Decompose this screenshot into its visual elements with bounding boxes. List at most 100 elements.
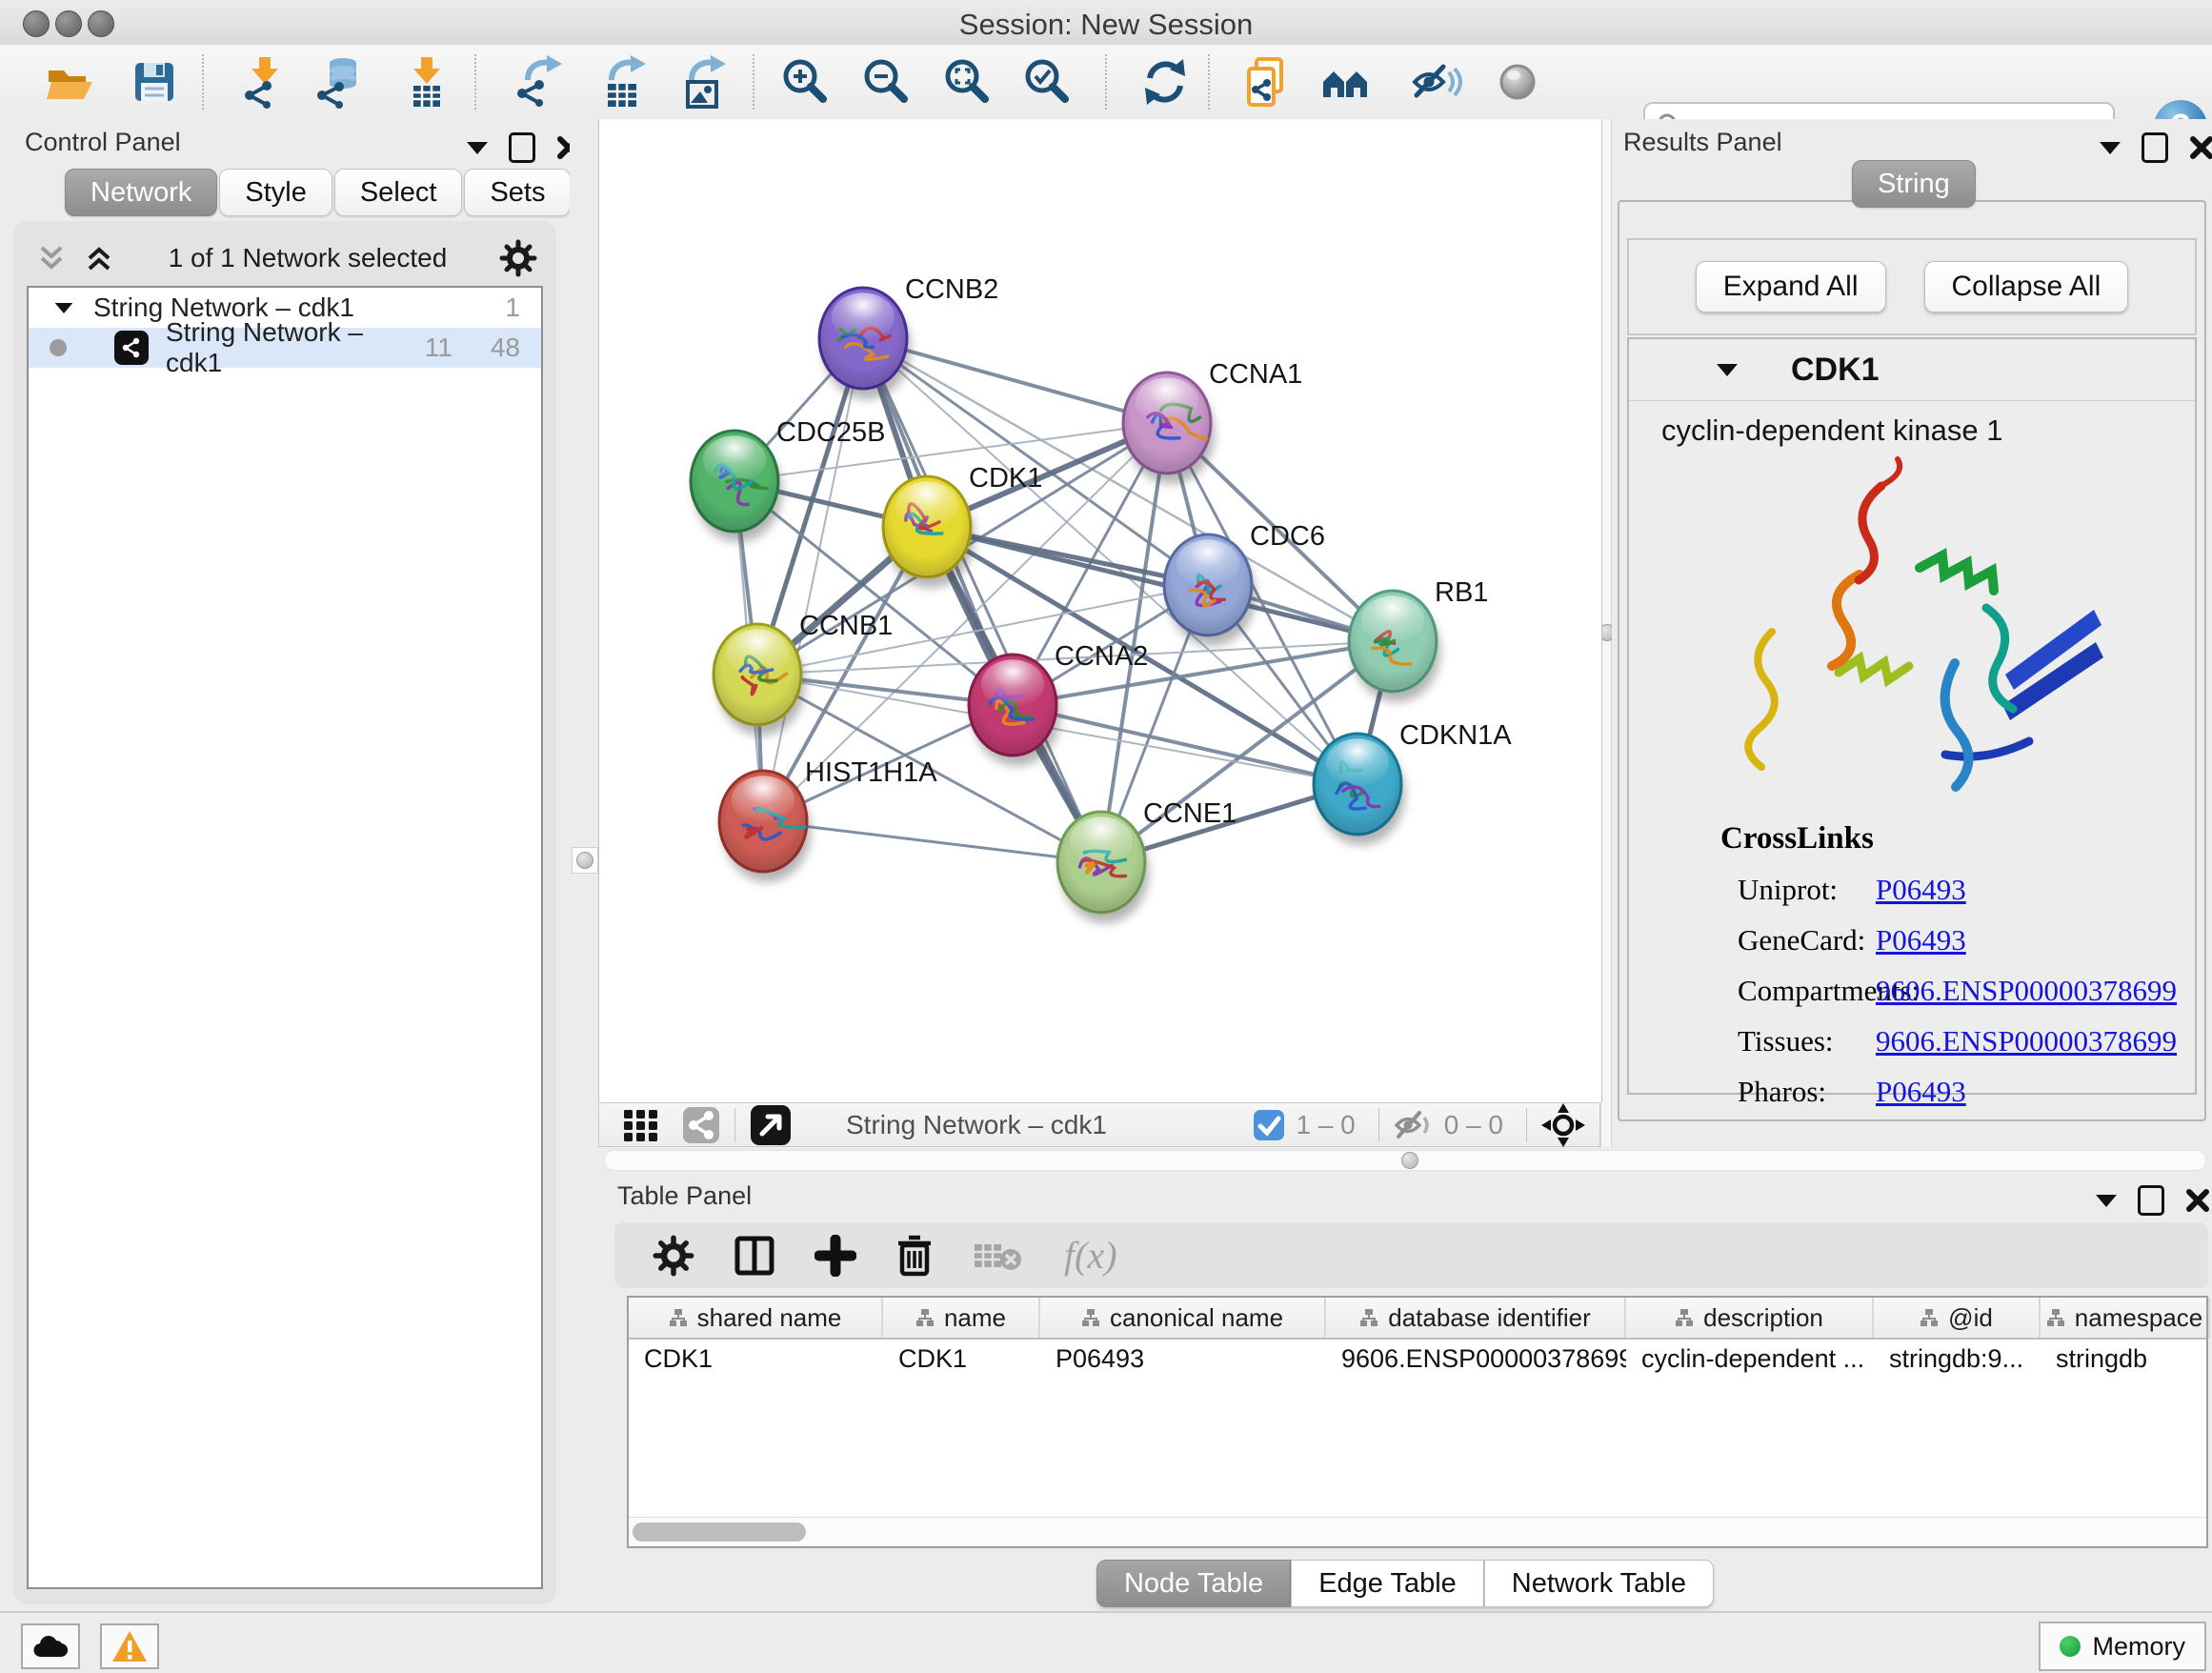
save-session-button[interactable] (128, 55, 181, 109)
table-type-tabs: Node TableEdge TableNetwork Table (598, 1560, 2212, 1607)
panel-menu-caret-icon[interactable] (467, 142, 488, 154)
tab-edge-table[interactable]: Edge Table (1291, 1560, 1484, 1607)
column-header-name[interactable]: name (883, 1298, 1040, 1338)
panel-menu-caret-icon[interactable] (2100, 142, 2121, 154)
tree-expand-caret-icon[interactable] (55, 302, 73, 312)
warnings-button[interactable] (100, 1623, 159, 1669)
table-settings-button[interactable] (653, 1235, 694, 1277)
cell-canonical-name[interactable]: P06493 (1040, 1340, 1326, 1378)
open-session-button[interactable] (43, 55, 96, 109)
network-row-selected[interactable]: String Network – cdk1 11 48 (29, 328, 541, 368)
cell-name[interactable]: CDK1 (883, 1340, 1040, 1378)
zoom-fit-button[interactable] (941, 55, 995, 109)
export-table-button[interactable] (596, 55, 650, 109)
left-splitter[interactable] (570, 119, 598, 1611)
grid-view-icon[interactable] (622, 1106, 660, 1144)
crosslink-value-link[interactable]: 9606.ENSP00000378699 (1876, 974, 2177, 1008)
create-column-button[interactable] (814, 1235, 856, 1277)
delete-column-button[interactable] (895, 1234, 935, 1278)
birds-eye-crosshair-icon[interactable] (1540, 1102, 1586, 1148)
node-cdkn1a[interactable]: CDKN1A (1314, 720, 1512, 845)
close-panel-icon[interactable] (2189, 135, 2212, 160)
collapse-all-button[interactable]: Collapse All (1924, 261, 2129, 312)
import-network-from-database-button[interactable] (312, 55, 366, 109)
close-panel-icon[interactable] (2185, 1188, 2210, 1213)
show-hidden-button[interactable] (1491, 55, 1544, 109)
scrollbar-thumb[interactable] (633, 1522, 806, 1542)
zoom-out-button[interactable] (860, 55, 914, 109)
splitter-handle-icon[interactable] (576, 852, 593, 869)
memory-button[interactable]: Memory (2039, 1622, 2206, 1671)
node-rb1[interactable]: RB1 (1349, 577, 1488, 702)
node-label-cdk1: CDK1 (969, 463, 1042, 494)
crosslink-value-link[interactable]: P06493 (1876, 873, 1966, 907)
gray-sphere-icon (1491, 55, 1544, 109)
gene-header-row[interactable]: CDK1 (1629, 339, 2195, 401)
results-panel: Results Panel String Expand All Collapse… (1612, 119, 2212, 1147)
crosslink-value-link[interactable]: 9606.ENSP00000378699 (1876, 1024, 2177, 1058)
horizontal-scrollbar[interactable] (629, 1517, 2206, 1546)
tab-network-table[interactable]: Network Table (1484, 1560, 1714, 1607)
results-tab-string[interactable]: String (1852, 160, 1976, 208)
column-header-database-identifier[interactable]: database identifier (1326, 1298, 1626, 1338)
network-overview-icon[interactable] (681, 1105, 721, 1145)
expand-collapse-bar: Expand All Collapse All (1627, 238, 2197, 335)
cell-id[interactable]: stringdb:9... (1874, 1340, 2041, 1378)
column-header-shared-name[interactable]: shared name (629, 1298, 883, 1338)
node-hist1h1a[interactable]: HIST1H1A (719, 757, 937, 882)
tab-node-table[interactable]: Node Table (1096, 1560, 1291, 1607)
export-network-button[interactable] (513, 55, 566, 109)
column-header-namespace[interactable]: namespace (2041, 1298, 2210, 1338)
tab-sets[interactable]: Sets (464, 169, 571, 216)
zoom-selected-button[interactable] (1021, 55, 1075, 109)
float-panel-icon[interactable] (2138, 1185, 2164, 1216)
open-in-window-icon[interactable] (749, 1103, 793, 1147)
import-network-button[interactable] (238, 55, 292, 109)
trash-icon (895, 1234, 935, 1278)
export-image-button[interactable] (676, 55, 730, 109)
bottom-splitter[interactable] (598, 1147, 2212, 1172)
cell-namespace[interactable]: stringdb (2041, 1340, 2210, 1378)
crosslink-value-link[interactable]: P06493 (1876, 1075, 1966, 1109)
network-selection-status: 1 of 1 Network selected (116, 243, 499, 273)
import-table-button[interactable] (400, 55, 453, 109)
expand-all-button[interactable]: Expand All (1696, 261, 1886, 312)
column-header-description[interactable]: description (1626, 1298, 1874, 1338)
show-columns-button[interactable] (733, 1234, 776, 1278)
cloud-status-button[interactable] (21, 1623, 80, 1669)
splitter-handle-icon[interactable] (1401, 1152, 1418, 1169)
gear-icon[interactable] (499, 239, 537, 277)
node-ccnb1[interactable]: CCNB1 (714, 611, 893, 736)
selected-checkbox-icon[interactable] (1252, 1108, 1286, 1142)
tab-network[interactable]: Network (65, 169, 217, 216)
float-panel-icon[interactable] (509, 132, 535, 163)
zoom-in-button[interactable] (779, 55, 833, 109)
first-neighbors-button[interactable] (1319, 55, 1373, 109)
table-row[interactable]: CDK1CDK1P064939606.ENSP00000378699cyclin… (629, 1340, 2206, 1378)
panel-menu-caret-icon[interactable] (2096, 1195, 2117, 1207)
hide-selected-button[interactable] (1409, 55, 1462, 109)
node-cdc6[interactable]: CDC6 (1164, 521, 1325, 646)
column-header-id[interactable]: @id (1874, 1298, 2041, 1338)
collapse-all-icon[interactable] (34, 242, 69, 274)
apply-layout-button[interactable] (1138, 55, 1192, 109)
node-ccne1[interactable]: CCNE1 (1057, 798, 1237, 923)
hidden-eye-slash-icon[interactable] (1393, 1108, 1435, 1142)
node-ccna2[interactable]: CCNA2 (969, 641, 1148, 766)
column-header-canonical-name[interactable]: canonical name (1040, 1298, 1326, 1338)
cell-description[interactable]: cyclin-dependent ... (1626, 1340, 1874, 1378)
cell-shared-name[interactable]: CDK1 (629, 1340, 883, 1378)
collapse-section-caret-icon[interactable] (1717, 364, 1738, 376)
crosslink-value-link[interactable]: P06493 (1876, 923, 1966, 957)
clone-network-button[interactable] (1241, 55, 1295, 109)
tab-select[interactable]: Select (334, 169, 463, 216)
tab-style[interactable]: Style (219, 169, 332, 216)
function-builder-button[interactable]: f(x) (1064, 1233, 1117, 1278)
network-canvas[interactable]: CCNB2CCNA1CDC25BCDK1CDC6RB1CCNB1CCNA2CDK… (598, 119, 1602, 1102)
column-header-label: description (1703, 1303, 1823, 1333)
expand-all-icon[interactable] (82, 242, 116, 274)
edge-HIST1H1A-CCNE1[interactable] (763, 821, 1101, 862)
cell-database-identifier[interactable]: 9606.ENSP00000378699 (1326, 1340, 1626, 1378)
edge-CCNB2-HIST1H1A[interactable] (763, 338, 863, 821)
float-panel-icon[interactable] (2142, 132, 2168, 163)
